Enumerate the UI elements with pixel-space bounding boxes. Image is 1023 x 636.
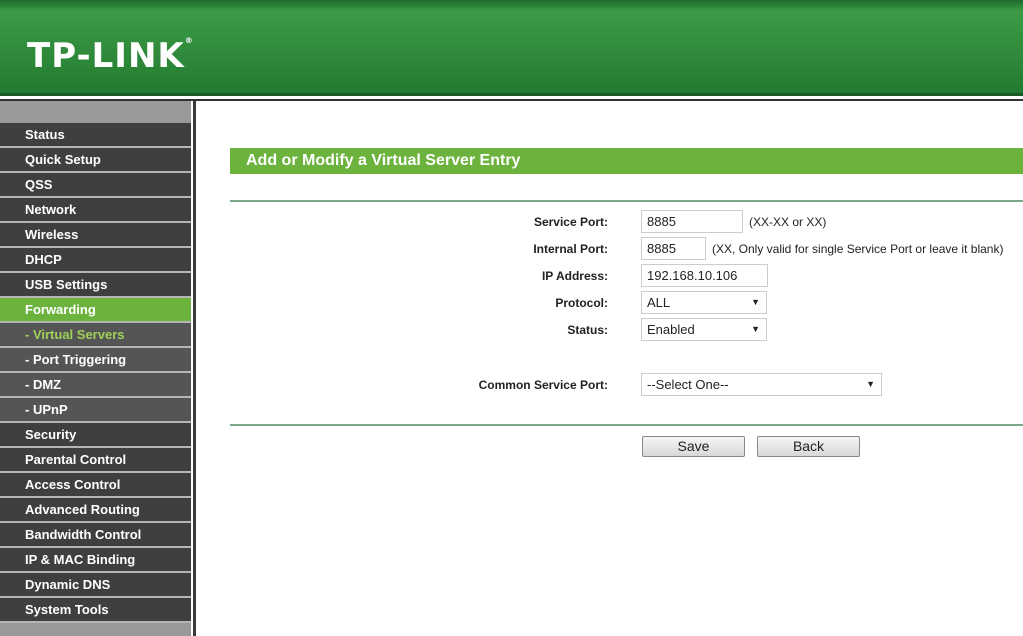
service-port-hint: (XX-XX or XX) bbox=[749, 215, 827, 229]
tp-link-logo: TP-LINK® bbox=[27, 36, 194, 76]
status-select[interactable]: Enabled ▼ bbox=[641, 318, 767, 341]
ip-address-label: IP Address: bbox=[541, 269, 608, 283]
sidebar-item-quick-setup[interactable]: Quick Setup bbox=[0, 148, 191, 173]
status-label: Status: bbox=[567, 323, 608, 337]
internal-port-label: Internal Port: bbox=[533, 242, 608, 256]
sidebar-item-access-control[interactable]: Access Control bbox=[0, 473, 191, 498]
sidebar-item-upnp[interactable]: - UPnP bbox=[0, 398, 191, 423]
chevron-down-icon: ▼ bbox=[751, 297, 760, 307]
sidebar-item-forwarding[interactable]: Forwarding bbox=[0, 298, 191, 323]
common-service-port-label: Common Service Port: bbox=[478, 378, 608, 392]
sidebar-item-system-tools[interactable]: System Tools bbox=[0, 598, 191, 623]
page-title: Add or Modify a Virtual Server Entry bbox=[230, 148, 1023, 174]
sidebar-item-dmz[interactable]: - DMZ bbox=[0, 373, 191, 398]
internal-port-input[interactable]: 8885 bbox=[641, 237, 706, 260]
sidebar-item-port-triggering[interactable]: - Port Triggering bbox=[0, 348, 191, 373]
sidebar-item-dynamic-dns[interactable]: Dynamic DNS bbox=[0, 573, 191, 598]
chevron-down-icon: ▼ bbox=[866, 379, 875, 389]
service-port-label: Service Port: bbox=[533, 215, 608, 229]
sidebar-item-network[interactable]: Network bbox=[0, 198, 191, 223]
header: TP-LINK® bbox=[0, 0, 1023, 96]
sidebar-item-wireless[interactable]: Wireless bbox=[0, 223, 191, 248]
sidebar-item-status[interactable]: Status bbox=[0, 123, 191, 148]
save-button[interactable]: Save bbox=[642, 436, 745, 457]
sidebar-item-parental-control[interactable]: Parental Control bbox=[0, 448, 191, 473]
divider bbox=[193, 101, 196, 636]
sidebar-item-advanced-routing[interactable]: Advanced Routing bbox=[0, 498, 191, 523]
internal-port-hint: (XX, Only valid for single Service Port … bbox=[712, 242, 1004, 256]
sidebar-item-qss[interactable]: QSS bbox=[0, 173, 191, 198]
sidebar: Status Quick Setup QSS Network Wireless DHCP U… bbox=[0, 101, 191, 636]
sidebar-item-virtual-servers[interactable]: - Virtual Servers bbox=[0, 323, 191, 348]
sidebar-item-dhcp[interactable]: DHCP bbox=[0, 248, 191, 273]
sidebar-item-bandwidth-control[interactable]: Bandwidth Control bbox=[0, 523, 191, 548]
divider bbox=[230, 200, 1023, 202]
ip-address-input[interactable]: 192.168.10.106 bbox=[641, 264, 768, 287]
divider bbox=[230, 424, 1023, 426]
protocol-label: Protocol: bbox=[555, 296, 608, 310]
sidebar-item-usb-settings[interactable]: USB Settings bbox=[0, 273, 191, 298]
sidebar-item-security[interactable]: Security bbox=[0, 423, 191, 448]
service-port-input[interactable]: 8885 bbox=[641, 210, 743, 233]
back-button[interactable]: Back bbox=[757, 436, 860, 457]
sidebar-item-ip-mac-binding[interactable]: IP & MAC Binding bbox=[0, 548, 191, 573]
protocol-select[interactable]: ALL ▼ bbox=[641, 291, 767, 314]
chevron-down-icon: ▼ bbox=[751, 324, 760, 334]
common-service-port-select[interactable]: --Select One-- ▼ bbox=[641, 373, 882, 396]
